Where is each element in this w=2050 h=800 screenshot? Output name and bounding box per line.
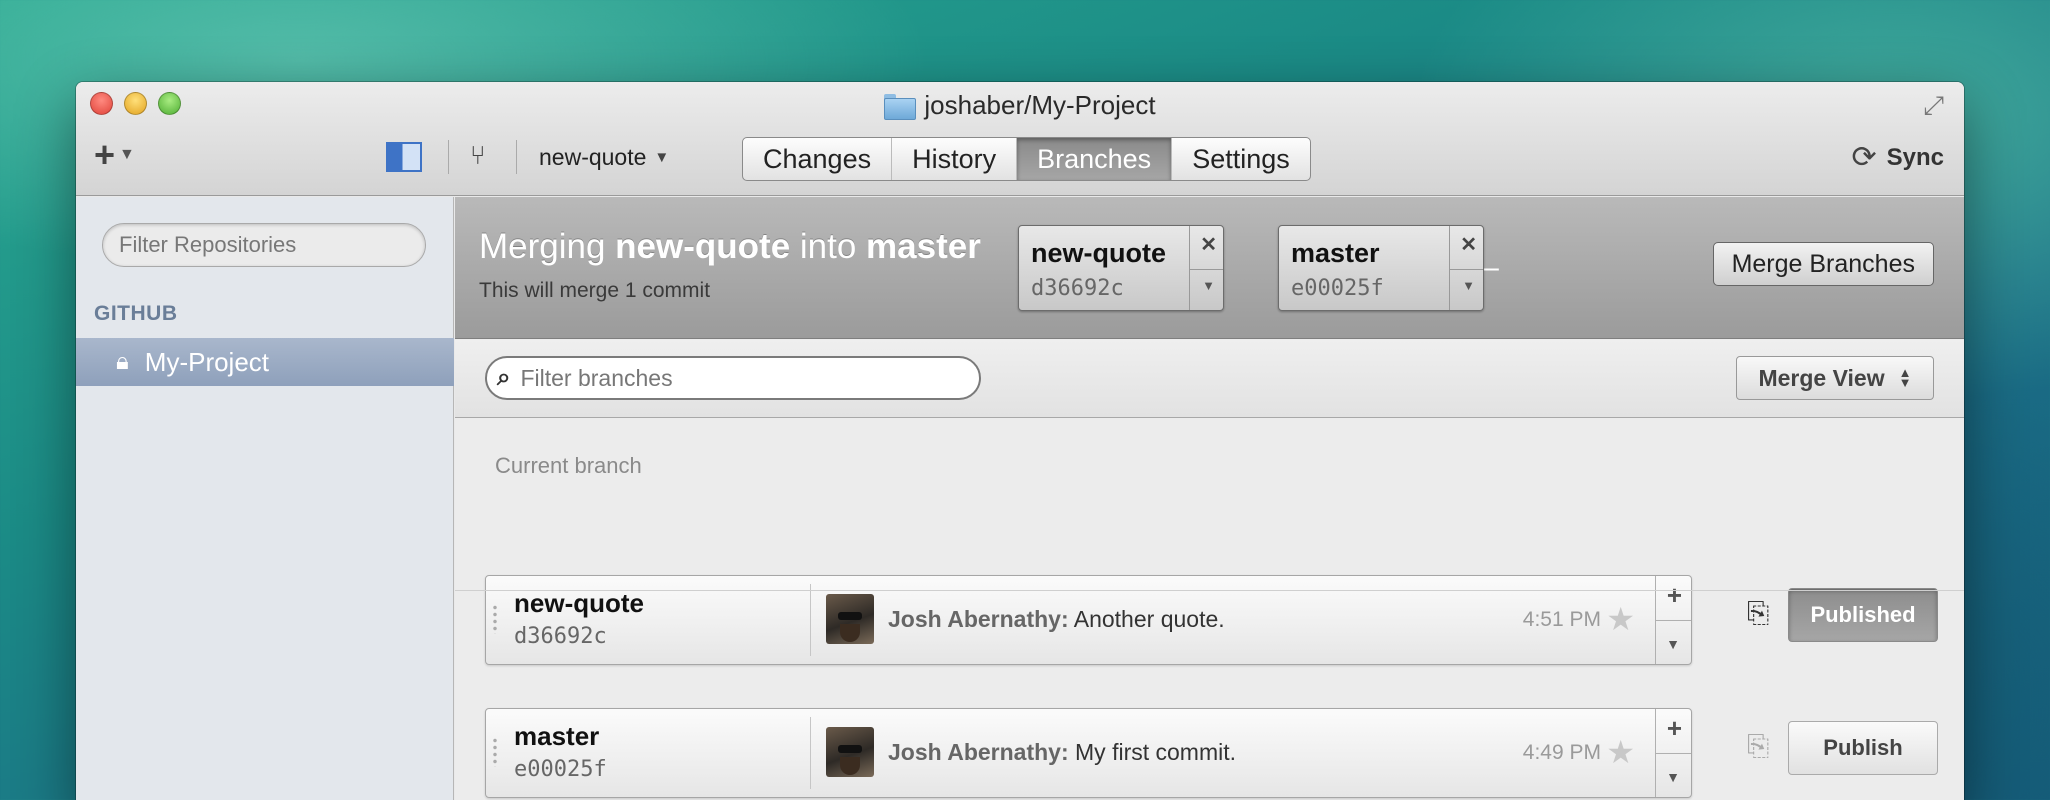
filter-branches-input[interactable]: ⌕ Filter branches xyxy=(485,356,981,400)
merge-view-select[interactable]: Merge View ▲ ▼ xyxy=(1736,356,1934,400)
merge-title: Merging new-quote into master xyxy=(479,227,981,267)
merge-subtitle: This will merge 1 commit xyxy=(479,279,711,302)
chevron-down-icon[interactable]: ▼ xyxy=(1666,636,1680,652)
commit-message: My first commit. xyxy=(1068,739,1237,765)
plus-icon[interactable]: + xyxy=(1667,580,1682,611)
commit-author: Josh Abernathy: xyxy=(888,739,1069,765)
merge-target-separator xyxy=(1449,269,1483,270)
merge-title-target: master xyxy=(866,227,981,266)
tab-branches[interactable]: Branches xyxy=(1017,138,1173,180)
row-divider xyxy=(810,584,811,656)
pull-request-icon[interactable]: ⎘ xyxy=(1747,730,1769,763)
toolbar-divider xyxy=(448,140,449,174)
app-window: joshaber/My-Project ⤢ + ▼ ⑂ new-quote ▼ … xyxy=(76,82,1964,800)
current-branch-label: Current branch xyxy=(495,453,642,478)
merge-source-box[interactable]: new-quote d36692c ✕ ▼ xyxy=(1018,225,1224,311)
sidebar: Filter Repositories GITHUB 🔒︎ My-Project xyxy=(76,197,454,800)
sidebar-section-github: GITHUB xyxy=(94,302,178,325)
branch-row[interactable]: new-quote d36692c Josh Abernathy: Anothe… xyxy=(485,575,1692,665)
merge-target-sha: e00025f xyxy=(1291,276,1384,301)
commit-time: 4:49 PM xyxy=(1522,741,1601,764)
chevron-down-icon: ▼ xyxy=(119,146,135,163)
row-controls-separator xyxy=(1655,620,1691,621)
branch-sha: e00025f xyxy=(514,757,607,782)
merge-source-separator xyxy=(1189,269,1223,270)
avatar xyxy=(826,727,874,777)
commit-author: Josh Abernathy: xyxy=(888,606,1069,632)
drag-handle-icon[interactable] xyxy=(491,604,499,634)
star-icon[interactable]: ★ xyxy=(1606,733,1635,771)
branch-row[interactable]: master e00025f Josh Abernathy: My first … xyxy=(485,708,1692,798)
published-button[interactable]: Published xyxy=(1788,588,1938,642)
branch-icon[interactable]: ⑂ xyxy=(470,140,486,171)
branch-selector[interactable]: new-quote ▼ xyxy=(539,144,669,171)
merge-title-middle: into xyxy=(790,227,867,266)
toolbar-divider xyxy=(516,140,517,174)
merge-target-box[interactable]: master e00025f ✕ ▼ xyxy=(1278,225,1484,311)
lock-icon: 🔒︎ xyxy=(116,348,129,375)
tab-history[interactable]: History xyxy=(892,138,1018,180)
chevron-down-icon[interactable]: ▼ xyxy=(1462,278,1475,293)
filter-repositories-input[interactable]: Filter Repositories xyxy=(102,223,426,267)
merge-title-source: new-quote xyxy=(615,227,791,266)
branch-selector-label: new-quote xyxy=(539,144,647,170)
plus-icon: + xyxy=(94,134,116,175)
branch-sha: d36692c xyxy=(514,624,607,649)
commit-summary: Josh Abernathy: My first commit. xyxy=(888,739,1236,766)
row-divider xyxy=(810,717,811,789)
filter-branches-placeholder: Filter branches xyxy=(520,364,673,391)
main-panel: Merging new-quote into master This will … xyxy=(455,197,1964,800)
tab-changes[interactable]: Changes xyxy=(743,138,893,180)
updown-chevron-icon: ▲ ▼ xyxy=(1898,364,1912,390)
avatar xyxy=(826,594,874,644)
merge-branches-button[interactable]: Merge Branches xyxy=(1712,242,1934,286)
chevron-down-icon[interactable]: ▼ xyxy=(1666,769,1680,785)
merge-title-prefix: Merging xyxy=(479,227,616,266)
row-separator xyxy=(455,590,1964,591)
close-icon[interactable]: ✕ xyxy=(1460,232,1477,257)
publish-button[interactable]: Publish xyxy=(1788,721,1938,775)
window-title: joshaber/My-Project xyxy=(76,90,1964,121)
sync-icon: ⟳ xyxy=(1851,141,1877,174)
sync-button[interactable]: ⟳ Sync xyxy=(1851,140,1944,175)
commit-time: 4:51 PM xyxy=(1522,608,1601,631)
tab-settings[interactable]: Settings xyxy=(1172,138,1310,180)
sidebar-toggle-button[interactable] xyxy=(386,142,422,172)
merge-source-name: new-quote xyxy=(1031,238,1166,268)
chevron-down-icon[interactable]: ▼ xyxy=(1202,278,1215,293)
title-bar: joshaber/My-Project ⤢ + ▼ ⑂ new-quote ▼ … xyxy=(76,82,1964,196)
plus-icon[interactable]: + xyxy=(1667,713,1682,744)
search-icon: ⌕ xyxy=(497,364,511,391)
pull-request-icon[interactable]: ⎘ xyxy=(1747,597,1769,630)
star-icon[interactable]: ★ xyxy=(1606,600,1635,638)
branch-name: new-quote xyxy=(514,588,644,618)
merge-view-label: Merge View xyxy=(1758,364,1885,391)
branch-filter-bar: ⌕ Filter branches Merge View ▲ ▼ xyxy=(455,340,1964,418)
chevron-down-icon: ▼ xyxy=(654,149,670,166)
merge-target-name: master xyxy=(1291,238,1380,268)
sync-label: Sync xyxy=(1886,143,1944,171)
merge-bar: Merging new-quote into master This will … xyxy=(455,197,1964,339)
commit-message: Another quote. xyxy=(1068,606,1225,632)
view-tabs: Changes History Branches Settings xyxy=(742,137,1311,181)
drag-handle-icon[interactable] xyxy=(491,737,499,767)
close-icon[interactable]: ✕ xyxy=(1200,232,1217,257)
sidebar-item-my-project[interactable]: 🔒︎ My-Project xyxy=(76,338,454,386)
sidebar-item-label: My-Project xyxy=(144,346,270,377)
branch-name: master xyxy=(514,721,600,751)
row-controls-separator xyxy=(1655,753,1691,754)
add-repository-button[interactable]: + ▼ xyxy=(94,137,135,173)
filter-repositories-placeholder: Filter Repositories xyxy=(119,232,297,257)
window-title-text: joshaber/My-Project xyxy=(924,90,1156,120)
commit-summary: Josh Abernathy: Another quote. xyxy=(888,606,1225,633)
folder-icon xyxy=(884,93,917,120)
merge-source-sha: d36692c xyxy=(1031,276,1124,301)
fullscreen-icon[interactable]: ⤢ xyxy=(1923,92,1944,118)
